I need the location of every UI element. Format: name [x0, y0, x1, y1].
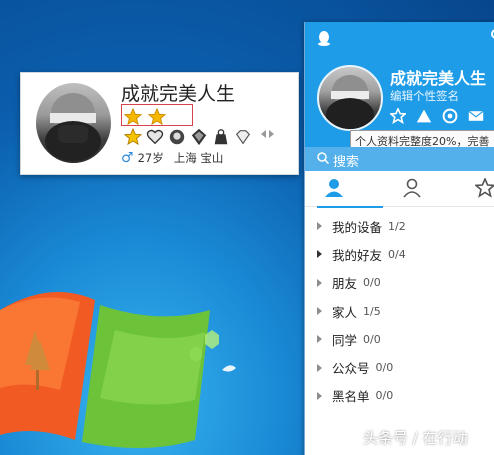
tab-favorites[interactable]	[470, 171, 494, 207]
group-item-blacklist[interactable]: 黑名单 0/0	[305, 382, 494, 410]
windows-logo-wallpaper	[0, 292, 236, 449]
group-label: 黑名单	[332, 389, 370, 405]
group-label: 公众号	[332, 361, 370, 377]
group-count: 0/0	[363, 332, 381, 346]
tab-contacts[interactable]	[317, 171, 383, 208]
contact-groups-list: 我的设备 1/2 我的好友 0/4 朋友 0/0 家人 1/5 同学 0/0 公众号 0/0…	[305, 212, 494, 410]
collapsed-arrow-icon	[317, 335, 322, 344]
group-item-official-accounts[interactable]: 公众号 0/0	[305, 353, 494, 381]
group-label: 同学	[332, 332, 358, 348]
group-item-pengyou[interactable]: 朋友 0/0	[305, 269, 494, 297]
collapsed-arrow-icon	[317, 307, 322, 316]
card-location: 上海 宝山	[173, 151, 224, 165]
card-avatar[interactable]	[36, 83, 111, 163]
next-arrow-icon[interactable]	[269, 130, 274, 138]
group-label: 我的设备	[332, 219, 383, 235]
qq-main-panel: 成就完美人生 编辑个性签名 个人资料完整度20%，完善 搜索 我的设备 1/2 我…	[304, 22, 494, 455]
group-item-family[interactable]: 家人 1/5	[305, 297, 494, 325]
group-count: 0/0	[363, 276, 381, 290]
crown-star-icon	[124, 128, 142, 146]
watermark-text: 头条号 / 在行动	[363, 429, 468, 447]
search-icon	[317, 152, 329, 164]
card-age: 27岁	[137, 151, 164, 165]
group-label: 朋友	[332, 276, 358, 292]
bag-medal-icon	[214, 129, 228, 145]
qq-penguin-icon[interactable]	[317, 30, 331, 46]
group-item-classmates[interactable]: 同学 0/0	[305, 325, 494, 353]
profile-hover-card: 成就完美人生 ♂ 27岁 上海 宝山	[20, 72, 299, 175]
group-count: 1/5	[363, 304, 381, 318]
group-count: 0/4	[388, 247, 406, 261]
panel-quick-icons	[390, 108, 484, 124]
profile-completeness-tooltip: 个人资料完整度20%，完善	[350, 130, 494, 148]
search-bar[interactable]: 搜索	[305, 147, 494, 171]
diamond-icon	[235, 130, 251, 145]
panel-avatar[interactable]	[317, 65, 383, 131]
group-item-friends[interactable]: 我的好友 0/4	[305, 240, 494, 268]
medal-wall[interactable]	[124, 128, 252, 146]
group-label: 家人	[332, 304, 358, 320]
star-icon	[124, 108, 142, 126]
panel-tabs	[305, 171, 494, 208]
collapsed-arrow-icon	[317, 222, 322, 231]
panel-header: 成就完美人生 编辑个性签名 个人资料完整度20%，完善	[305, 22, 494, 148]
warning-triangle-icon[interactable]	[416, 108, 432, 124]
collapsed-arrow-icon	[317, 278, 322, 287]
prev-arrow-icon[interactable]	[261, 130, 266, 138]
signature-edit[interactable]: 编辑个性签名	[390, 88, 459, 104]
collapsed-arrow-icon	[317, 250, 322, 259]
skull-medal-icon	[169, 129, 185, 145]
card-nickname: 成就完美人生	[121, 83, 236, 105]
group-count: 0/0	[375, 389, 394, 403]
circle-swirl-icon[interactable]	[442, 108, 458, 124]
gem-medal-icon	[191, 128, 207, 146]
group-label: 我的好友	[332, 247, 383, 263]
panel-nickname[interactable]: 成就完美人生	[390, 65, 486, 89]
collapsed-arrow-icon	[317, 363, 322, 372]
tab-groups[interactable]	[395, 171, 445, 207]
star-outline-icon	[475, 178, 494, 198]
collapsed-arrow-icon	[317, 391, 322, 400]
group-item-devices[interactable]: 我的设备 1/2	[305, 212, 494, 240]
group-count: 1/2	[388, 219, 406, 233]
medal-pager[interactable]	[261, 130, 274, 138]
mail-icon[interactable]	[468, 108, 484, 124]
male-gender-icon: ♂	[121, 150, 134, 166]
group-count: 0/0	[375, 361, 394, 375]
card-profile-info: ♂ 27岁 上海 宝山	[121, 150, 223, 166]
star-icon	[148, 108, 166, 126]
group-people-icon	[403, 178, 421, 198]
search-placeholder: 搜索	[333, 155, 360, 170]
star-outline-icon[interactable]	[390, 108, 406, 124]
heart-medal-icon	[146, 129, 164, 145]
level-stars[interactable]	[124, 108, 166, 126]
contact-person-icon	[325, 179, 343, 197]
